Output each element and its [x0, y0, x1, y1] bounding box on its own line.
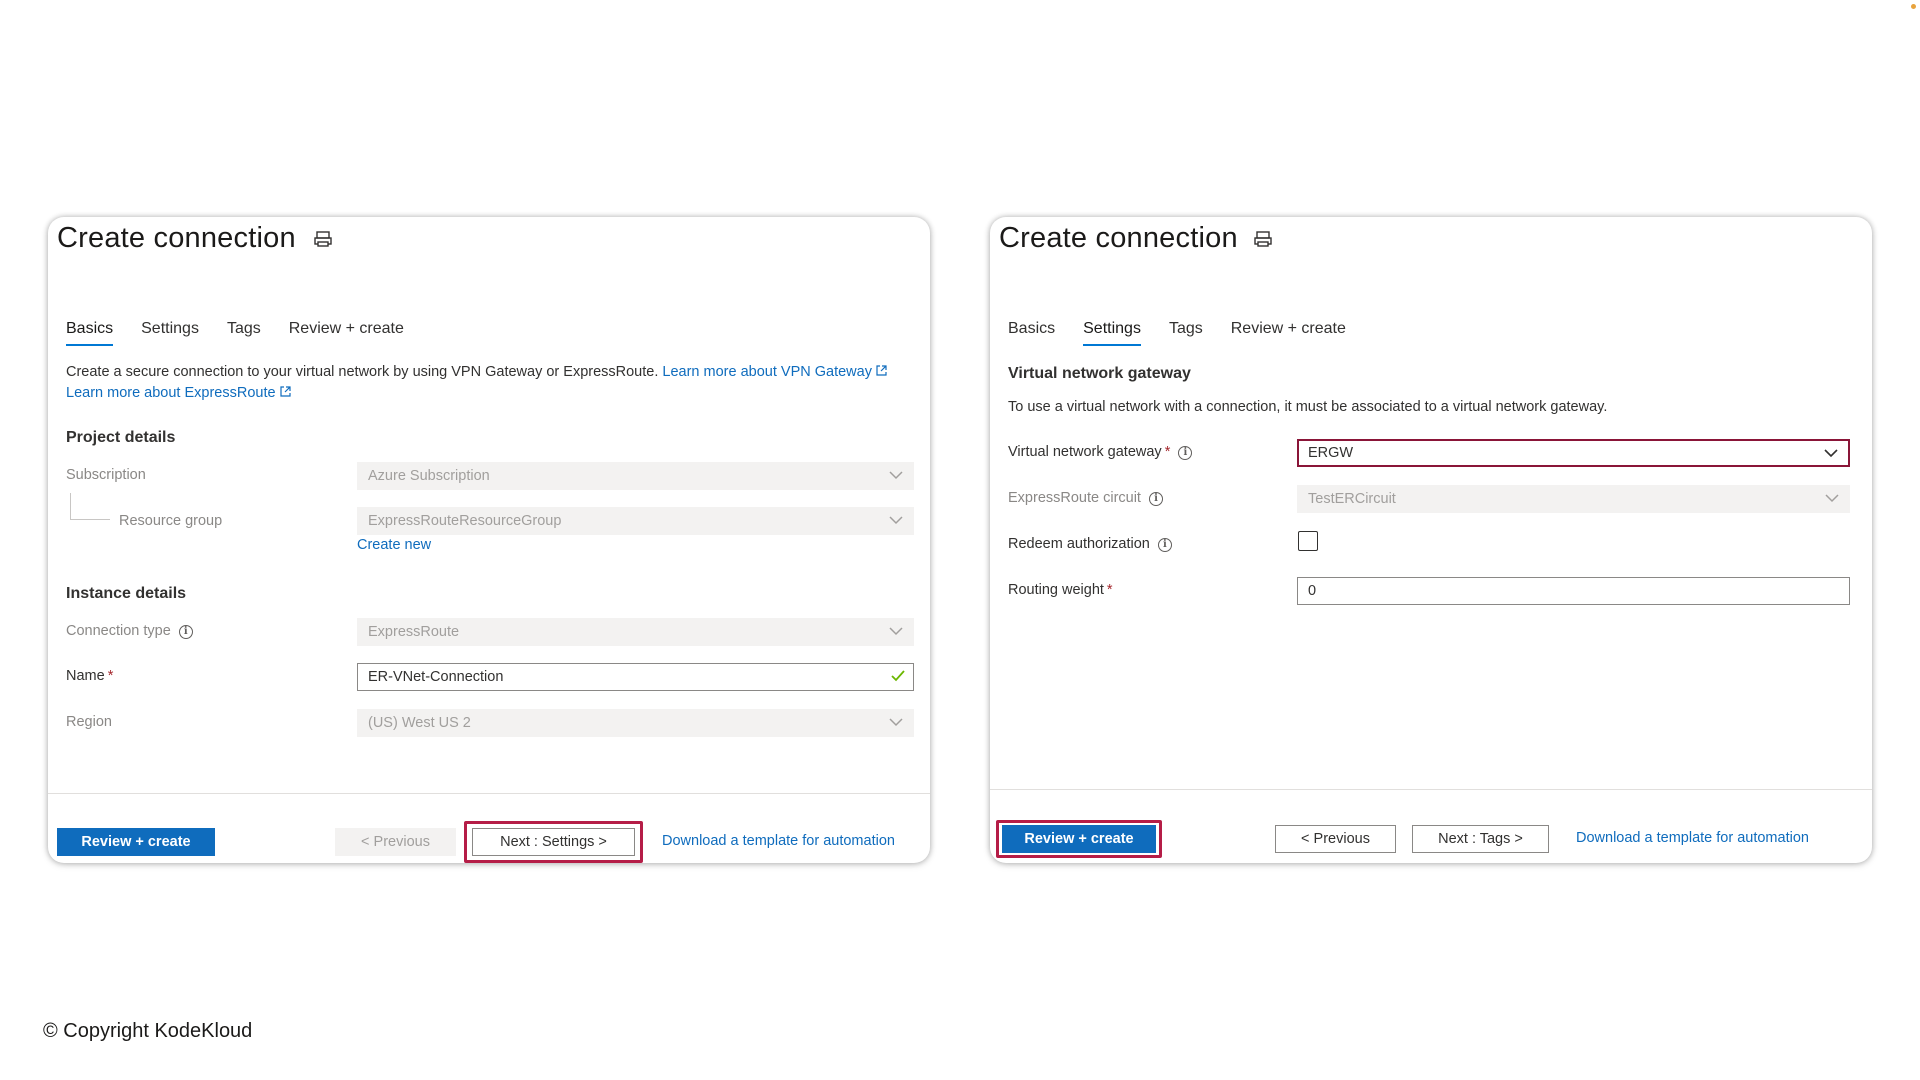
- footer-divider: [48, 793, 930, 794]
- tab-tags[interactable]: Tags: [227, 320, 261, 343]
- connection-type-label-text: Connection type: [66, 623, 171, 639]
- vng-value[interactable]: ERGW: [1308, 445, 1353, 461]
- expressroute-circuit-label: ExpressRoute circuit i: [1008, 490, 1163, 506]
- intro-paragraph: Create a secure connection to your virtu…: [66, 362, 916, 404]
- chevron-down-icon: [889, 627, 903, 636]
- virtual-network-gateway-heading: Virtual network gateway: [1008, 365, 1191, 382]
- create-new-link[interactable]: Create new: [357, 535, 431, 556]
- redeem-label-text: Redeem authorization: [1008, 536, 1150, 552]
- chevron-down-icon: [889, 516, 903, 525]
- learn-more-expressroute-label[interactable]: Learn more about ExpressRoute: [66, 385, 276, 401]
- name-input[interactable]: ER-VNet-Connection: [357, 663, 914, 691]
- virtual-network-gateway-select[interactable]: ERGW: [1297, 439, 1850, 467]
- connection-type-value: ExpressRoute: [368, 624, 460, 640]
- review-create-button[interactable]: Review + create: [1002, 825, 1156, 853]
- external-link-icon: [876, 365, 887, 376]
- tab-bar: Basics Settings Tags Review + create: [1008, 320, 1346, 346]
- download-template-link[interactable]: Download a template for automation: [662, 831, 895, 852]
- review-create-button[interactable]: Review + create: [57, 828, 215, 856]
- chevron-down-icon[interactable]: [1824, 449, 1838, 458]
- connection-type-select: ExpressRoute: [357, 618, 914, 646]
- tree-connector: [70, 493, 110, 520]
- subscription-select: Azure Subscription: [357, 462, 914, 490]
- info-icon[interactable]: i: [1178, 446, 1193, 460]
- subscription-value: Azure Subscription: [368, 468, 490, 484]
- create-connection-basics-panel: Create connection Basics Settings Tags R…: [48, 217, 930, 863]
- tab-bar: Basics Settings Tags Review + create: [66, 320, 404, 346]
- checkmark-icon: [891, 670, 905, 682]
- tab-settings[interactable]: Settings: [1083, 320, 1141, 346]
- expressroute-circuit-select: TestERCircuit: [1297, 485, 1850, 513]
- next-tags-button[interactable]: Next : Tags >: [1412, 825, 1549, 853]
- required-marker: *: [1106, 582, 1113, 598]
- subscription-label: Subscription: [66, 467, 146, 483]
- tab-tags[interactable]: Tags: [1169, 320, 1203, 343]
- recording-indicator: [1911, 4, 1916, 9]
- page-title: Create connection: [57, 222, 296, 254]
- info-icon[interactable]: i: [1148, 492, 1163, 506]
- learn-more-vpn-link[interactable]: Learn more about VPN Gateway: [662, 364, 887, 380]
- chevron-down-icon: [1825, 494, 1839, 503]
- section-description: To use a virtual network with a connecti…: [1008, 399, 1608, 415]
- connection-type-label: Connection type i: [66, 623, 193, 639]
- tab-review-create[interactable]: Review + create: [1231, 320, 1346, 343]
- download-template-link[interactable]: Download a template for automation: [1576, 828, 1809, 849]
- learn-more-expressroute-link[interactable]: Learn more about ExpressRoute: [66, 385, 291, 401]
- next-settings-button[interactable]: Next : Settings >: [472, 828, 635, 856]
- resource-group-select: ExpressRouteResourceGroup: [357, 507, 914, 535]
- name-label-text: Name: [66, 668, 105, 684]
- circuit-value: TestERCircuit: [1308, 491, 1396, 507]
- required-marker: *: [107, 668, 114, 684]
- chevron-down-icon: [889, 718, 903, 727]
- tab-basics[interactable]: Basics: [1008, 320, 1055, 343]
- region-label: Region: [66, 714, 112, 730]
- previous-button[interactable]: < Previous: [1275, 825, 1396, 853]
- info-icon[interactable]: i: [1157, 538, 1172, 552]
- pin-icon[interactable]: [314, 230, 332, 248]
- resource-group-label: Resource group: [119, 513, 223, 529]
- pin-icon[interactable]: [1254, 230, 1272, 248]
- intro-text: Create a secure connection to your virtu…: [66, 364, 659, 380]
- instance-details-heading: Instance details: [66, 585, 187, 602]
- required-marker: *: [1164, 444, 1171, 460]
- routing-weight-label: Routing weight *: [1008, 582, 1113, 598]
- project-details-heading: Project details: [66, 429, 176, 446]
- routing-weight-label-text: Routing weight: [1008, 582, 1104, 598]
- tab-settings[interactable]: Settings: [141, 320, 199, 343]
- create-connection-settings-panel: Create connection Basics Settings Tags R…: [990, 217, 1872, 863]
- region-value: (US) West US 2: [368, 715, 471, 731]
- info-icon[interactable]: i: [178, 625, 193, 639]
- footer-divider: [990, 789, 1872, 790]
- previous-button: < Previous: [335, 828, 456, 856]
- circuit-label-text: ExpressRoute circuit: [1008, 490, 1141, 506]
- learn-more-vpn-label[interactable]: Learn more about VPN Gateway: [662, 364, 872, 380]
- chevron-down-icon: [889, 471, 903, 480]
- copyright-text: © Copyright KodeKloud: [43, 1020, 253, 1042]
- region-select: (US) West US 2: [357, 709, 914, 737]
- redeem-authorization-checkbox[interactable]: [1298, 531, 1318, 551]
- tab-review-create[interactable]: Review + create: [289, 320, 404, 343]
- tab-basics[interactable]: Basics: [66, 320, 114, 346]
- resource-group-value: ExpressRouteResourceGroup: [368, 513, 562, 529]
- name-label: Name *: [66, 668, 113, 684]
- routing-weight-value[interactable]: 0: [1308, 583, 1316, 599]
- vng-label-text: Virtual network gateway: [1008, 444, 1162, 460]
- routing-weight-input[interactable]: 0: [1297, 577, 1850, 605]
- page-title: Create connection: [999, 222, 1238, 254]
- name-input-value[interactable]: ER-VNet-Connection: [368, 669, 503, 685]
- external-link-icon: [279, 386, 291, 397]
- redeem-authorization-label: Redeem authorization i: [1008, 536, 1172, 552]
- virtual-network-gateway-label: Virtual network gateway * i: [1008, 444, 1193, 460]
